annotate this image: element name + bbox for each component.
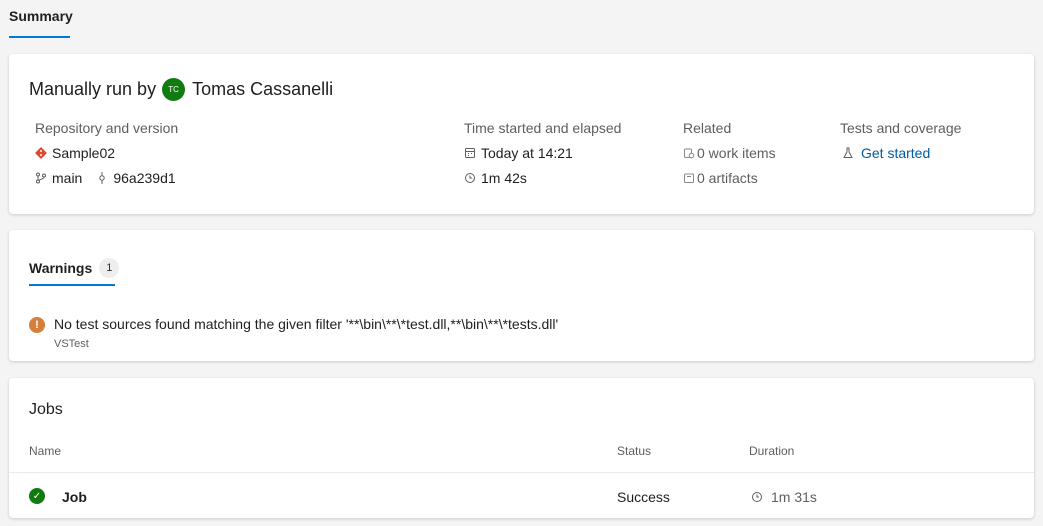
repository-column: Repository and version Sample02 main 96a…: [35, 120, 178, 186]
commit-id[interactable]: 96a239d1: [113, 170, 175, 186]
repository-name[interactable]: Sample02: [52, 145, 115, 161]
tab-bar: Summary: [0, 0, 1043, 40]
repository-label: Repository and version: [35, 120, 179, 136]
artifacts-icon: [683, 172, 695, 184]
clock-icon: [751, 491, 763, 503]
warning-item[interactable]: ! No test sources found matching the giv…: [29, 316, 558, 350]
work-items-link[interactable]: 0 work items: [697, 145, 776, 161]
warning-message: No test sources found matching the given…: [54, 316, 559, 332]
tests-column: Tests and coverage Get started: [840, 120, 961, 161]
time-column: Time started and elapsed Today at 14:21 …: [464, 120, 621, 186]
related-label: Related: [683, 120, 732, 136]
warning-source: VSTest: [54, 338, 89, 350]
job-duration-value: 1m 31s: [771, 489, 817, 505]
warnings-tab-label: Warnings: [29, 260, 93, 276]
git-repo-icon: [35, 147, 47, 159]
elapsed-time: 1m 42s: [481, 170, 527, 186]
run-title: Manually run by TC Tomas Cassanelli: [29, 78, 333, 101]
warnings-tab[interactable]: Warnings 1: [29, 258, 120, 278]
column-header-duration: Duration: [749, 444, 795, 458]
warnings-count-badge: 1: [99, 258, 120, 278]
artifacts-link[interactable]: 0 artifacts: [697, 170, 758, 186]
started-time: Today at 14:21: [481, 145, 573, 161]
calendar-icon: [464, 147, 476, 159]
jobs-title: Jobs: [29, 401, 63, 418]
avatar: TC: [162, 78, 186, 101]
tests-label: Tests and coverage: [840, 120, 962, 136]
get-started-link[interactable]: Get started: [861, 145, 930, 161]
branch-icon: [35, 172, 47, 184]
job-status: Success: [617, 489, 670, 505]
tab-active-indicator: [9, 36, 70, 38]
warnings-tab-indicator: [29, 284, 115, 286]
warnings-card: Warnings 1 ! No test sources found match…: [9, 230, 1034, 361]
user-name[interactable]: Tomas Cassanelli: [192, 79, 333, 100]
time-label: Time started and elapsed: [464, 120, 622, 136]
column-header-status: Status: [617, 444, 652, 458]
run-summary-card: Manually run by TC Tomas Cassanelli Repo…: [9, 54, 1034, 214]
jobs-card: Jobs Name Status Duration ✓ Job Success …: [9, 378, 1034, 518]
column-header-name: Name: [29, 444, 62, 458]
beaker-icon: [842, 147, 854, 159]
related-column: Related 0 work items 0 artifacts: [683, 120, 776, 186]
clock-icon: [464, 172, 476, 184]
job-name[interactable]: Job: [62, 489, 87, 505]
work-items-icon: [683, 147, 695, 159]
commit-icon: [96, 172, 108, 184]
branch-name[interactable]: main: [52, 170, 82, 186]
job-duration: 1m 31s: [751, 489, 817, 505]
table-row[interactable]: ✓ Job Success 1m 31s: [9, 472, 1034, 518]
success-check-icon: ✓: [29, 488, 45, 504]
run-title-prefix: Manually run by: [29, 79, 157, 99]
warning-icon: !: [29, 317, 45, 333]
tab-summary[interactable]: Summary: [9, 8, 73, 24]
